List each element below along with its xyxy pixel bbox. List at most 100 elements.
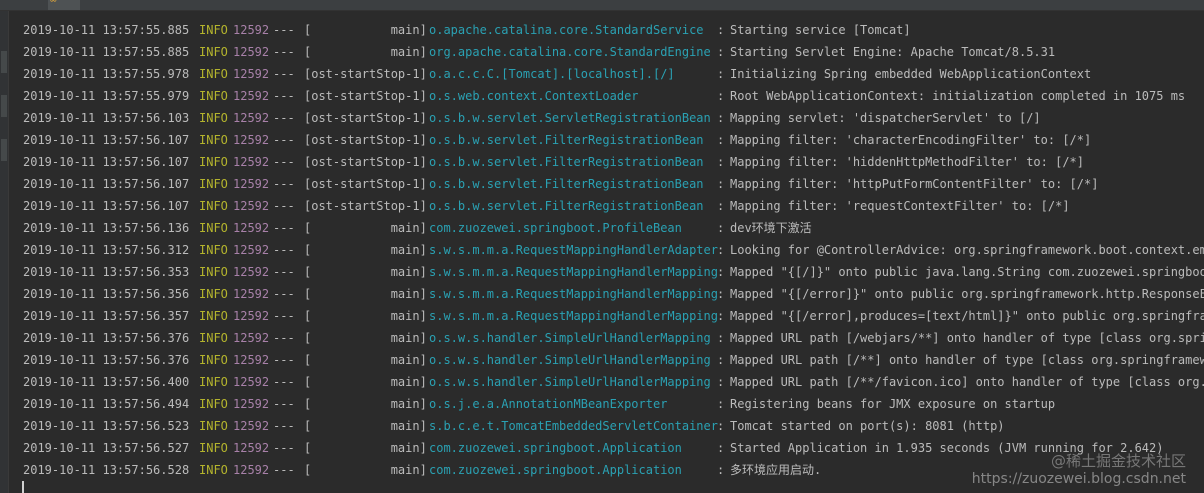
log-logger-name[interactable]: s.w.s.m.m.a.RequestMappingHandlerMapping <box>429 261 718 283</box>
log-line: 2019-10-11 13:57:56.376 INFO 12592 --- [ mai… <box>23 327 1204 349</box>
log-logger-name[interactable]: com.zuozewei.springboot.Application <box>429 459 682 481</box>
log-logger-name[interactable]: o.s.b.w.servlet.FilterRegistrationBean <box>429 151 704 173</box>
log-separator: --- <box>273 133 295 147</box>
log-message: Root WebApplicationContext: initializati… <box>730 89 1186 103</box>
log-pid: 12592 <box>233 309 270 323</box>
log-level: INFO <box>199 45 228 59</box>
log-logger-name[interactable]: s.w.s.m.m.a.RequestMappingHandlerAdapter <box>429 239 718 261</box>
log-timestamp: 2019-10-11 13:57:56.528 <box>23 463 190 477</box>
log-message: Starting Servlet Engine: Apache Tomcat/8… <box>730 45 1056 59</box>
log-line: 2019-10-11 13:57:56.107 INFO 12592 --- [ost-… <box>23 151 1204 173</box>
log-level: INFO <box>199 419 228 433</box>
log-message: Starting service [Tomcat] <box>730 23 911 37</box>
log-line: 2019-10-11 13:57:56.356 INFO 12592 --- [ mai… <box>23 283 1204 305</box>
log-colon: : <box>717 221 725 235</box>
log-colon: : <box>717 67 725 81</box>
log-line: 2019-10-11 13:57:55.885 INFO 12592 --- [ mai… <box>23 19 1204 41</box>
log-line: 2019-10-11 13:57:56.312 INFO 12592 --- [ mai… <box>23 239 1204 261</box>
log-logger-name[interactable]: o.s.w.s.handler.SimpleUrlHandlerMapping <box>429 371 711 393</box>
log-line: 2019-10-11 13:57:56.136 INFO 12592 --- [ mai… <box>23 217 1204 239</box>
log-level: INFO <box>199 375 228 389</box>
log-thread: [ main] <box>304 419 427 433</box>
log-colon: : <box>717 331 725 345</box>
log-message: Mapped URL path [/**] onto handler of ty… <box>730 353 1204 367</box>
log-logger-name[interactable]: com.zuozewei.springboot.Application <box>429 437 682 459</box>
log-colon: : <box>717 375 725 389</box>
log-timestamp: 2019-10-11 13:57:56.376 <box>23 353 190 367</box>
log-timestamp: 2019-10-11 13:57:55.979 <box>23 89 190 103</box>
log-pid: 12592 <box>233 463 270 477</box>
log-timestamp: 2019-10-11 13:57:56.107 <box>23 177 190 191</box>
log-thread: [ost-startStop-1] <box>304 133 427 147</box>
run-console-tab-icon: ∞ <box>50 0 56 6</box>
log-thread: [ main] <box>304 331 427 345</box>
log-separator: --- <box>273 243 295 257</box>
log-timestamp: 2019-10-11 13:57:55.885 <box>23 23 190 37</box>
log-message: Mapping servlet: 'dispatcherServlet' to … <box>730 111 1041 125</box>
log-timestamp: 2019-10-11 13:57:56.494 <box>23 397 190 411</box>
log-logger-name[interactable]: o.a.c.c.C.[Tomcat].[localhost].[/] <box>429 63 675 85</box>
log-colon: : <box>717 243 725 257</box>
log-thread: [ost-startStop-1] <box>304 155 427 169</box>
log-level: INFO <box>199 309 228 323</box>
log-separator: --- <box>273 463 295 477</box>
log-logger-name[interactable]: org.apache.catalina.core.StandardEngine <box>429 41 711 63</box>
log-timestamp: 2019-10-11 13:57:56.376 <box>23 331 190 345</box>
log-line: 2019-10-11 13:57:56.357 INFO 12592 --- [ mai… <box>23 305 1204 327</box>
log-line: 2019-10-11 13:57:56.523 INFO 12592 --- [ mai… <box>23 415 1204 437</box>
log-pid: 12592 <box>233 23 270 37</box>
log-logger-name[interactable]: o.s.b.w.servlet.FilterRegistrationBean <box>429 195 704 217</box>
log-timestamp: 2019-10-11 13:57:56.356 <box>23 287 190 301</box>
log-message: Mapping filter: 'requestContextFilter' t… <box>730 199 1070 213</box>
log-pid: 12592 <box>233 287 270 301</box>
log-line: 2019-10-11 13:57:56.376 INFO 12592 --- [ mai… <box>23 349 1204 371</box>
log-logger-name[interactable]: s.b.c.e.t.TomcatEmbeddedServletContainer <box>429 415 718 437</box>
log-level: INFO <box>199 353 228 367</box>
log-thread: [ main] <box>304 309 427 323</box>
log-level: INFO <box>199 199 228 213</box>
log-logger-name[interactable]: com.zuozewei.springboot.ProfileBean <box>429 217 682 239</box>
log-timestamp: 2019-10-11 13:57:56.353 <box>23 265 190 279</box>
log-timestamp: 2019-10-11 13:57:56.400 <box>23 375 190 389</box>
log-thread: [ost-startStop-1] <box>304 89 427 103</box>
log-line: 2019-10-11 13:57:56.527 INFO 12592 --- [ mai… <box>23 437 1204 459</box>
log-logger-name[interactable]: o.s.web.context.ContextLoader <box>429 85 639 107</box>
log-thread: [ost-startStop-1] <box>304 199 427 213</box>
log-logger-name[interactable]: s.w.s.m.m.a.RequestMappingHandlerMapping <box>429 305 718 327</box>
log-colon: : <box>717 419 725 433</box>
log-logger-name[interactable]: o.s.j.e.a.AnnotationMBeanExporter <box>429 393 667 415</box>
gutter-fold-marker[interactable] <box>1 139 7 161</box>
log-thread: [ main] <box>304 265 427 279</box>
log-level: INFO <box>199 331 228 345</box>
watermark-url: https://zuozewei.blog.csdn.net <box>971 471 1186 487</box>
log-timestamp: 2019-10-11 13:57:56.312 <box>23 243 190 257</box>
log-colon: : <box>717 23 725 37</box>
log-logger-name[interactable]: o.s.b.w.servlet.ServletRegistrationBean <box>429 107 711 129</box>
log-logger-name[interactable]: o.s.w.s.handler.SimpleUrlHandlerMapping <box>429 349 711 371</box>
log-pid: 12592 <box>233 155 270 169</box>
gutter-fold-marker[interactable] <box>1 51 7 73</box>
log-line: 2019-10-11 13:57:56.103 INFO 12592 --- [ost-… <box>23 107 1204 129</box>
log-level: INFO <box>199 441 228 455</box>
log-separator: --- <box>273 441 295 455</box>
log-level: INFO <box>199 463 228 477</box>
log-pid: 12592 <box>233 397 270 411</box>
log-line: 2019-10-11 13:57:56.107 INFO 12592 --- [ost-… <box>23 173 1204 195</box>
log-logger-name[interactable]: s.w.s.m.m.a.RequestMappingHandlerMapping <box>429 283 718 305</box>
console-log-output[interactable]: 2019-10-11 13:57:55.885 INFO 12592 ---[ mai… <box>23 19 1204 493</box>
log-pid: 12592 <box>233 67 270 81</box>
log-separator: --- <box>273 375 295 389</box>
log-logger-name[interactable]: o.s.b.w.servlet.FilterRegistrationBean <box>429 173 704 195</box>
log-message: Mapping filter: 'characterEncodingFilter… <box>730 133 1092 147</box>
gutter-fold-marker[interactable] <box>1 95 7 117</box>
log-colon: : <box>717 265 725 279</box>
log-logger-name[interactable]: o.apache.catalina.core.StandardService <box>429 19 704 41</box>
log-thread: [ost-startStop-1] <box>304 177 427 191</box>
log-message: Mapped URL path [/webjars/**] onto handl… <box>730 331 1204 345</box>
log-pid: 12592 <box>233 353 270 367</box>
log-colon: : <box>717 441 725 455</box>
log-logger-name[interactable]: o.s.w.s.handler.SimpleUrlHandlerMapping <box>429 327 711 349</box>
log-logger-name[interactable]: o.s.b.w.servlet.FilterRegistrationBean <box>429 129 704 151</box>
console-tab[interactable]: ∞ <box>48 0 80 10</box>
log-pid: 12592 <box>233 441 270 455</box>
